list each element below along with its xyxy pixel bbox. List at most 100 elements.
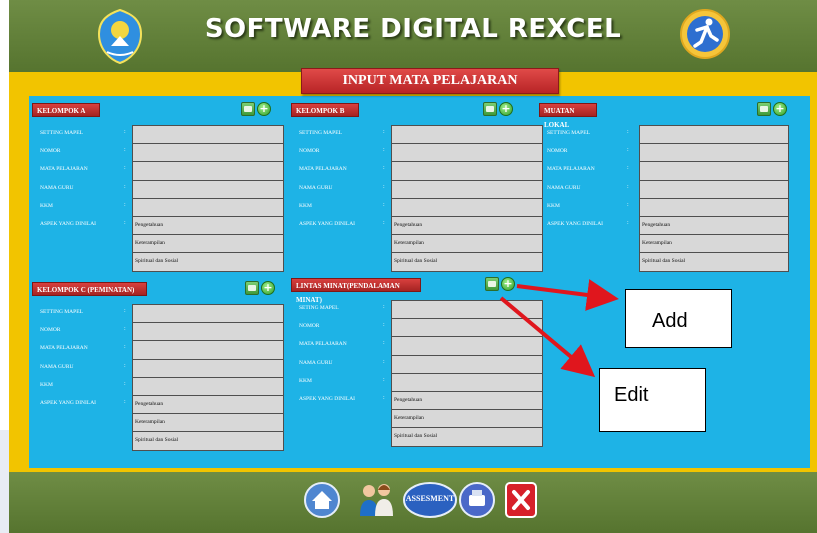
aspect-input[interactable]: Keterampilan: [391, 234, 543, 254]
panel-3: KELOMPOK C (PEMINATAN) + SETTING MAPEL: NOM…: [32, 281, 294, 457]
field-input[interactable]: [391, 161, 543, 181]
field-input[interactable]: [391, 125, 543, 145]
edit-callout: Edit: [599, 368, 706, 432]
field-input[interactable]: [391, 336, 543, 356]
add-callout: Add: [625, 289, 732, 348]
home-icon: [304, 482, 340, 518]
field-input[interactable]: [391, 372, 543, 392]
users-button[interactable]: [354, 478, 398, 522]
field-colon: :: [124, 399, 126, 405]
close-icon: [505, 482, 537, 518]
field-input[interactable]: [132, 161, 284, 181]
field-colon: :: [124, 362, 126, 369]
field-input[interactable]: [639, 179, 789, 199]
field-input[interactable]: [132, 304, 284, 324]
field-input[interactable]: [132, 125, 284, 145]
field-label: ASPEK YANG DINILAI: [299, 396, 356, 402]
home-button[interactable]: [303, 478, 341, 522]
field-colon: :: [627, 129, 629, 135]
field-label: NOMOR: [299, 148, 320, 155]
edit-list-icon[interactable]: [241, 102, 255, 116]
field-colon: :: [383, 322, 385, 329]
edit-list-icon[interactable]: [485, 277, 499, 291]
add-icon[interactable]: +: [261, 281, 275, 295]
field-label: MATA PELAJARAN: [299, 341, 347, 348]
aspect-input[interactable]: Spiritual dan Sosial: [132, 252, 284, 272]
field-colon: :: [383, 376, 385, 383]
field-input[interactable]: [132, 340, 284, 360]
field-input[interactable]: [391, 318, 543, 338]
assessment-button[interactable]: ASSESMENT: [402, 478, 458, 522]
aspect-input[interactable]: Keterampilan: [391, 409, 543, 429]
aspect-input[interactable]: Spiritual dan Sosial: [391, 252, 543, 272]
field-input[interactable]: [639, 125, 789, 145]
field-input[interactable]: [639, 143, 789, 163]
field-input[interactable]: [132, 322, 284, 342]
field-label: SETTING MAPEL: [40, 130, 83, 136]
left-edge-strip: [0, 430, 9, 533]
add-icon[interactable]: +: [499, 102, 513, 116]
field-label: ASPEK YANG DINILAI: [547, 221, 604, 227]
field-colon: :: [383, 395, 385, 401]
field-label: ASPEK YANG DINILAI: [40, 400, 97, 406]
print-button[interactable]: [457, 478, 497, 522]
field-input[interactable]: [639, 197, 789, 217]
app-window: SOFTWARE DIGITAL REXCEL INPUT MATA PELAJ…: [9, 0, 817, 533]
field-input[interactable]: [132, 143, 284, 163]
field-input[interactable]: [391, 179, 543, 199]
edit-list-icon[interactable]: [245, 281, 259, 295]
aspect-input[interactable]: Keterampilan: [132, 234, 284, 254]
edit-list-icon[interactable]: [757, 102, 771, 116]
panel-title: MUATAN LOKAL: [539, 103, 597, 129]
aspect-input[interactable]: Spiritual dan Sosial: [391, 427, 543, 447]
field-colon: :: [124, 165, 126, 172]
panel-4: LINTAS MINAT(PENDALAMAN MINAT) + SETING MA…: [291, 277, 553, 453]
header-bar: SOFTWARE DIGITAL REXCEL: [9, 0, 817, 72]
field-colon: :: [383, 201, 385, 208]
field-colon: :: [124, 201, 126, 208]
aspect-input[interactable]: Spiritual dan Sosial: [639, 252, 789, 272]
panel-title: LINTAS MINAT(PENDALAMAN MINAT): [291, 278, 421, 304]
aspect-input[interactable]: Spiritual dan Sosial: [132, 431, 284, 451]
add-icon[interactable]: +: [773, 102, 787, 116]
field-input[interactable]: [391, 300, 543, 320]
field-colon: :: [383, 358, 385, 365]
field-input[interactable]: [132, 197, 284, 217]
field-label: SETTING MAPEL: [547, 130, 590, 136]
field-colon: :: [383, 165, 385, 172]
field-label: NAMA GURU: [299, 359, 333, 366]
field-input[interactable]: [391, 197, 543, 217]
field-input[interactable]: Pengetahuan: [391, 391, 543, 411]
field-input[interactable]: [639, 161, 789, 181]
field-input[interactable]: [391, 143, 543, 163]
field-colon: :: [383, 340, 385, 347]
edit-list-icon[interactable]: [483, 102, 497, 116]
field-label: MATA PELAJARAN: [547, 166, 595, 173]
panel-0: KELOMPOK A + SETTING MAPEL: NOMOR: MATA PELA…: [32, 102, 294, 278]
field-label: NAMA GURU: [40, 363, 74, 370]
field-input[interactable]: [132, 179, 284, 199]
add-icon[interactable]: +: [257, 102, 271, 116]
field-colon: :: [627, 165, 629, 172]
field-input[interactable]: [132, 376, 284, 396]
field-input[interactable]: Pengetahuan: [132, 216, 284, 236]
panel-title: KELOMPOK C (PEMINATAN): [32, 282, 147, 296]
field-label: ASPEK YANG DINILAI: [40, 221, 97, 227]
aspect-input[interactable]: Keterampilan: [639, 234, 789, 254]
add-icon[interactable]: +: [501, 277, 515, 291]
aspect-input[interactable]: Keterampilan: [132, 413, 284, 433]
field-input[interactable]: [391, 354, 543, 374]
field-label: MATA PELAJARAN: [40, 166, 88, 173]
field-input[interactable]: Pengetahuan: [132, 395, 284, 415]
runner-logo-icon: [679, 8, 731, 60]
panel-1: KELOMPOK B + SETTING MAPEL: NOMOR: MATA PELA…: [291, 102, 553, 278]
users-icon: [360, 484, 393, 516]
close-button[interactable]: [504, 478, 538, 522]
edit-callout-text: Edit: [614, 384, 649, 406]
field-colon: :: [124, 147, 126, 154]
panel-2: MUATAN LOKAL + SETTING MAPEL: NOMOR: MATA PE…: [539, 102, 801, 278]
field-input[interactable]: [132, 358, 284, 378]
field-input[interactable]: Pengetahuan: [391, 216, 543, 236]
field-colon: :: [124, 326, 126, 333]
field-input[interactable]: Pengetahuan: [639, 216, 789, 236]
